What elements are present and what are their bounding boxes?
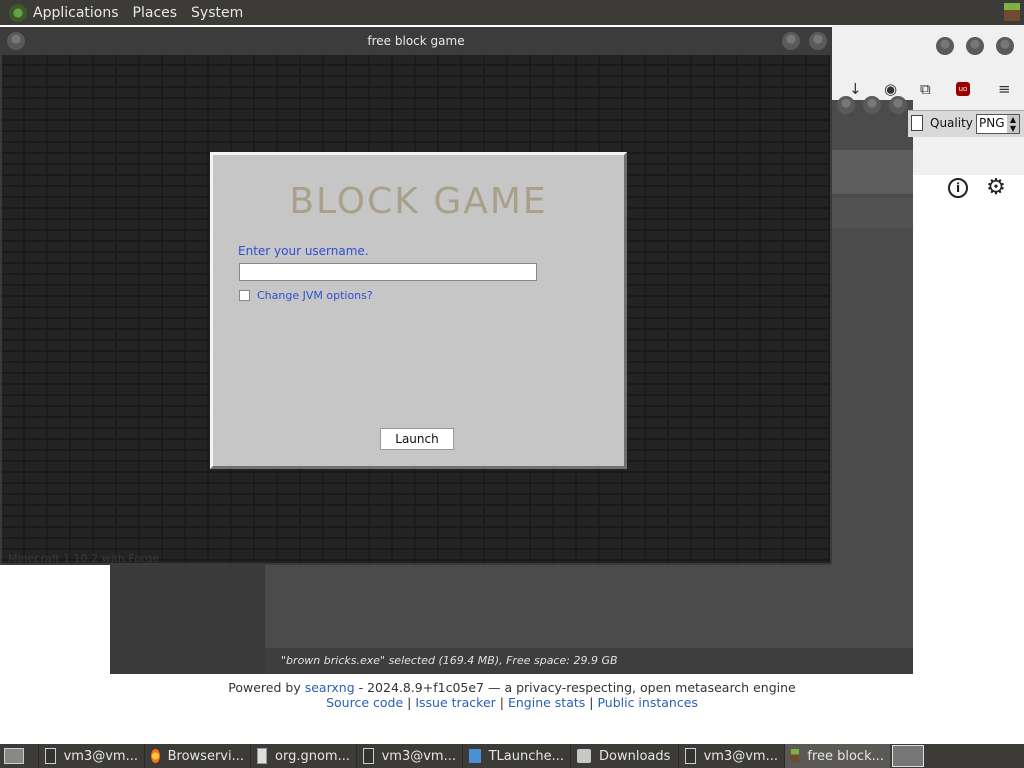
jvm-options-checkbox[interactable] — [239, 290, 250, 301]
terminal-icon — [685, 748, 696, 764]
login-panel: BLOCK GAME Enter your username. Change J… — [210, 152, 627, 469]
task-label: vm3@vm... — [703, 748, 778, 764]
game-minimize-button[interactable] — [782, 32, 800, 50]
menu-system[interactable]: System — [191, 5, 243, 21]
ublock-icon[interactable]: uo — [956, 82, 970, 96]
powered-by-text: Powered by — [228, 680, 301, 695]
download-icon[interactable]: ↓ — [849, 80, 862, 98]
task-label: vm3@vm... — [63, 748, 138, 764]
menu-hamburger-icon[interactable]: ≡ — [998, 80, 1011, 98]
browser-close-button[interactable] — [996, 37, 1014, 55]
window-menu-button[interactable] — [7, 32, 25, 50]
separator: | — [585, 695, 598, 710]
task-tlauncher[interactable]: TLaunche... — [462, 744, 570, 768]
tlauncher-icon — [469, 749, 481, 763]
minecraft-tray-icon[interactable] — [1004, 3, 1020, 21]
dialog-maximize-button[interactable] — [863, 96, 881, 114]
version-text: - 2024.8.9+f1c05e7 — a privacy-respectin… — [354, 680, 796, 695]
info-icon[interactable]: i — [948, 178, 968, 198]
dialog-close-button[interactable] — [889, 96, 907, 114]
page-footer: Powered by searxng - 2024.8.9+f1c05e7 — … — [0, 680, 1024, 710]
searxng-link[interactable]: searxng — [305, 680, 355, 695]
browser-maximize-button[interactable] — [966, 37, 984, 55]
file-chooser-column-header — [832, 198, 913, 228]
issue-tracker-link[interactable]: Issue tracker — [415, 695, 496, 710]
version-info: Minecraft 1.10.2 with Forge OS: Microsof… — [8, 552, 160, 563]
file-chooser-header — [832, 150, 913, 194]
folder-icon — [577, 749, 591, 763]
gear-icon[interactable]: ⚙ — [986, 177, 1006, 199]
task-label: Downloads — [599, 748, 671, 764]
task-label: TLaunche... — [488, 748, 564, 764]
taskbar: vm3@vm... Browservi... org.gnom... vm3@v… — [0, 744, 1024, 768]
show-desktop-icon[interactable] — [4, 748, 24, 764]
terminal-icon — [45, 748, 56, 764]
task-terminal-3[interactable]: vm3@vm... — [678, 744, 784, 768]
username-label: Enter your username. — [238, 244, 369, 258]
public-instances-link[interactable]: Public instances — [597, 695, 697, 710]
task-text-editor[interactable]: org.gnom... — [250, 744, 356, 768]
file-chooser-status: "brown bricks.exe" selected (169.4 MB), … — [265, 648, 913, 674]
document-icon — [911, 115, 923, 131]
extensions-icon[interactable]: ⧉ — [920, 80, 931, 98]
menu-places[interactable]: Places — [133, 5, 178, 21]
spinner-arrows-icon[interactable]: ▲ ▼ — [1007, 115, 1019, 133]
format-value: PNG — [979, 116, 1005, 130]
task-free-block-game[interactable]: free block... — [784, 744, 890, 768]
terminal-icon — [363, 748, 374, 764]
task-browser[interactable]: Browservi... — [144, 744, 250, 768]
jvm-options-label[interactable]: Change JVM options? — [257, 289, 373, 302]
top-panel: Applications Places System — [0, 0, 1024, 25]
window-title: free block game — [367, 34, 465, 48]
menu-applications[interactable]: Applications — [33, 5, 119, 21]
applications-logo-icon[interactable] — [9, 3, 27, 22]
firefox-icon — [151, 749, 160, 763]
minecraft-icon — [791, 749, 800, 763]
workspace-switcher[interactable] — [892, 745, 924, 767]
quality-toolbar: Quality PNG ▲ ▼ — [908, 110, 1024, 137]
quality-label: Quality — [930, 116, 973, 130]
launch-button[interactable]: Launch — [380, 428, 454, 450]
text-editor-icon — [257, 748, 268, 764]
task-label: org.gnom... — [275, 748, 350, 764]
source-code-link[interactable]: Source code — [326, 695, 403, 710]
dialog-minimize-button[interactable] — [837, 96, 855, 114]
engine-stats-link[interactable]: Engine stats — [508, 695, 585, 710]
game-titlebar[interactable]: free block game — [0, 27, 832, 55]
username-input[interactable] — [239, 263, 537, 281]
task-terminal-2[interactable]: vm3@vm... — [356, 744, 462, 768]
task-label: vm3@vm... — [381, 748, 456, 764]
separator: | — [495, 695, 508, 710]
format-select[interactable]: PNG ▲ ▼ — [976, 114, 1020, 134]
task-terminal-1[interactable]: vm3@vm... — [38, 744, 144, 768]
task-downloads[interactable]: Downloads — [570, 744, 678, 768]
game-close-button[interactable] — [809, 32, 827, 50]
game-logo-title: BLOCK GAME — [289, 181, 548, 222]
browser-minimize-button[interactable] — [936, 37, 954, 55]
separator: | — [403, 695, 416, 710]
task-label: free block... — [807, 748, 884, 764]
task-label: Browservi... — [167, 748, 244, 764]
